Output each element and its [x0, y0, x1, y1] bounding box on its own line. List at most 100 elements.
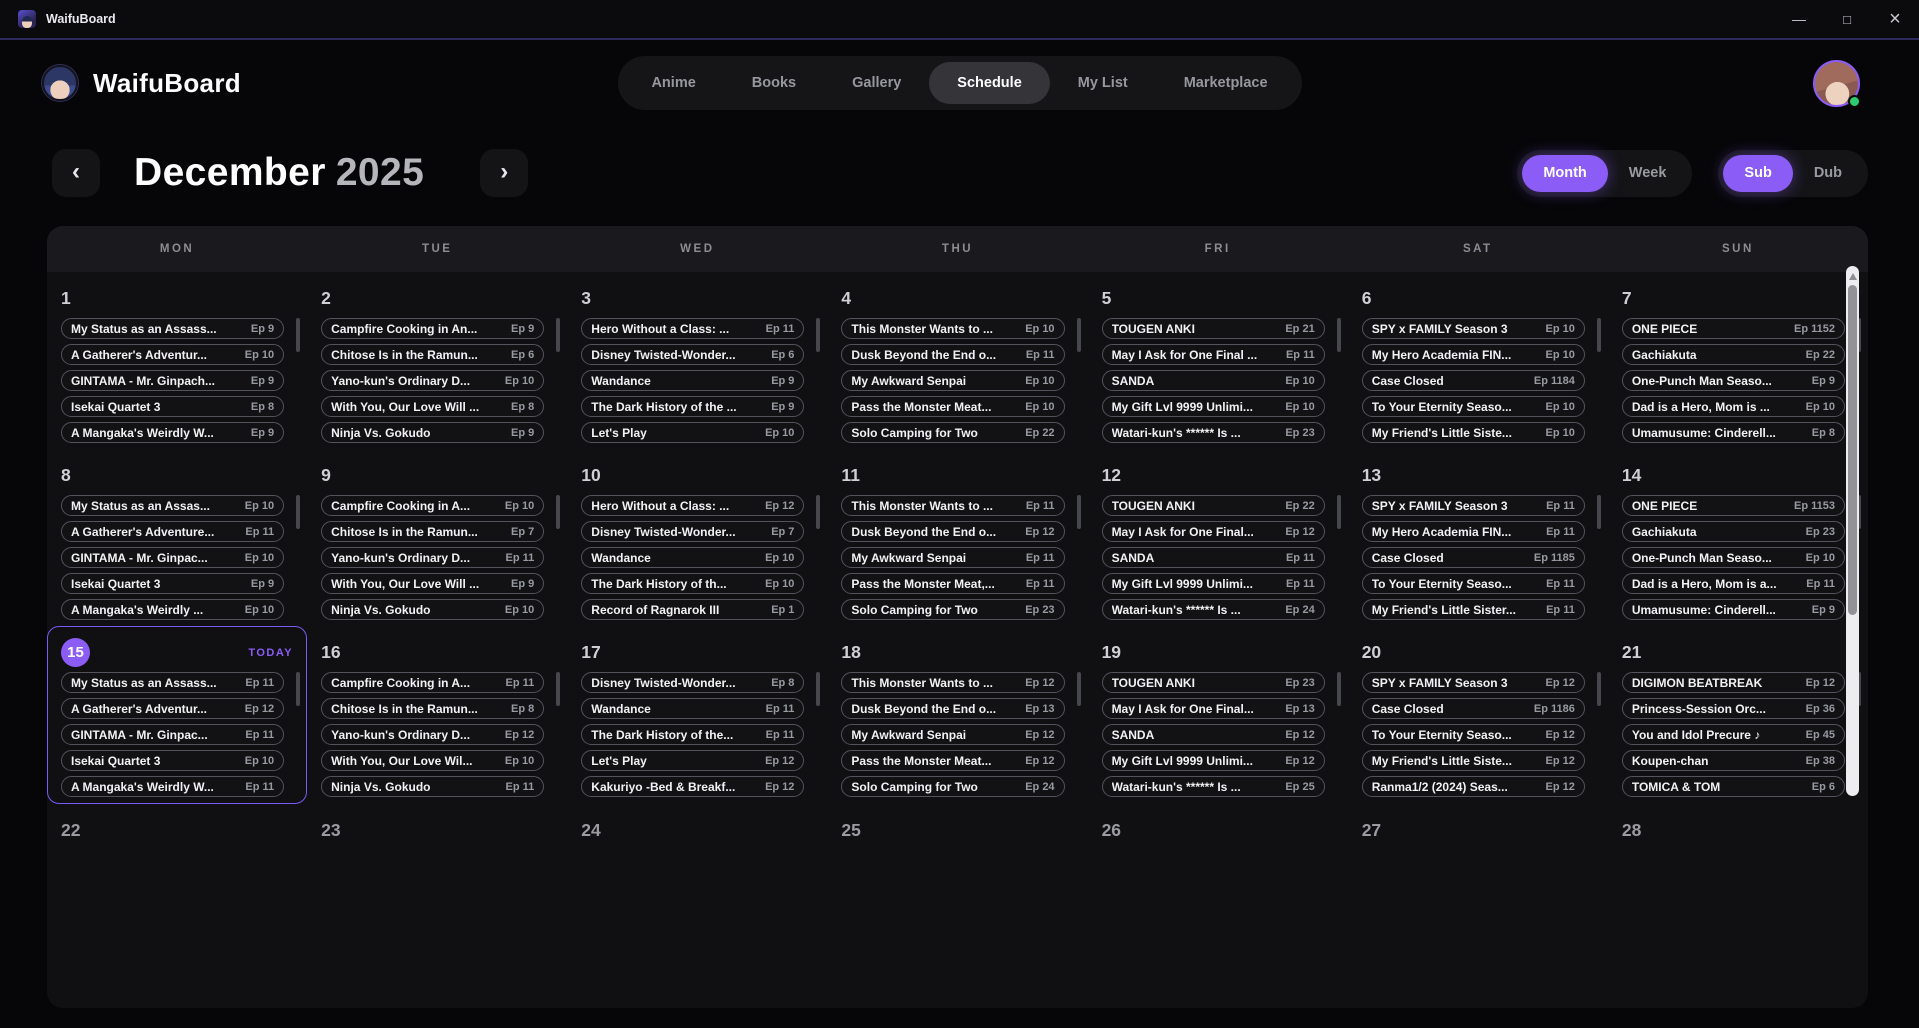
episode-chip[interactable]: Case ClosedEp 1184	[1362, 370, 1585, 391]
episode-chip[interactable]: To Your Eternity Seaso...Ep 11	[1362, 573, 1585, 594]
day-scrollbar-thumb[interactable]	[296, 495, 300, 529]
episode-chip[interactable]: Record of Ragnarok IIIEp 1	[581, 599, 804, 620]
day-scrollbar-thumb[interactable]	[1337, 495, 1341, 529]
episode-chip[interactable]: Disney Twisted-Wonder...Ep 6	[581, 344, 804, 365]
episode-chip[interactable]: Campfire Cooking in A...Ep 11	[321, 672, 544, 693]
episode-chip[interactable]: This Monster Wants to ...Ep 10	[841, 318, 1064, 339]
episode-chip[interactable]: A Mangaka's Weirdly W...Ep 11	[61, 776, 284, 797]
episode-chip[interactable]: Disney Twisted-Wonder...Ep 8	[581, 672, 804, 693]
episode-chip[interactable]: Pass the Monster Meat,...Ep 11	[841, 573, 1064, 594]
episode-chip[interactable]: Solo Camping for TwoEp 23	[841, 599, 1064, 620]
minimize-button-icon[interactable]: —	[1775, 0, 1823, 38]
day-cell-7[interactable]: 7ONE PIECEEp 1152GachiakutaEp 22One-Punc…	[1608, 272, 1868, 449]
episode-chip[interactable]: My Awkward SenpaiEp 12	[841, 724, 1064, 745]
episode-chip[interactable]: Yano-kun's Ordinary D...Ep 11	[321, 547, 544, 568]
day-scrollbar-thumb[interactable]	[1077, 495, 1081, 529]
nav-tab-gallery[interactable]: Gallery	[824, 62, 929, 104]
episode-chip[interactable]: GachiakutaEp 23	[1622, 521, 1845, 542]
nav-tab-my-list[interactable]: My List	[1050, 62, 1156, 104]
episode-chip[interactable]: Watari-kun's ****** Is ...Ep 23	[1102, 422, 1325, 443]
day-cell-6[interactable]: 6SPY x FAMILY Season 3Ep 10My Hero Acade…	[1348, 272, 1608, 449]
episode-chip[interactable]: You and Idol Precure ♪Ep 45	[1622, 724, 1845, 745]
day-cell-5[interactable]: 5TOUGEN ANKIEp 21May I Ask for One Final…	[1088, 272, 1348, 449]
episode-chip[interactable]: Dusk Beyond the End o...Ep 11	[841, 344, 1064, 365]
audio-sub-button[interactable]: Sub	[1723, 155, 1792, 192]
episode-chip[interactable]: Campfire Cooking in An...Ep 9	[321, 318, 544, 339]
day-cell-22[interactable]: 22	[47, 804, 307, 1008]
episode-chip[interactable]: The Dark History of the...Ep 11	[581, 724, 804, 745]
episode-chip[interactable]: May I Ask for One Final ...Ep 11	[1102, 344, 1325, 365]
episode-chip[interactable]: SPY x FAMILY Season 3Ep 11	[1362, 495, 1585, 516]
episode-chip[interactable]: Hero Without a Class: ...Ep 12	[581, 495, 804, 516]
episode-chip[interactable]: A Gatherer's Adventur...Ep 12	[61, 698, 284, 719]
episode-chip[interactable]: Campfire Cooking in A...Ep 10	[321, 495, 544, 516]
day-scrollbar-thumb[interactable]	[1597, 318, 1601, 352]
episode-chip[interactable]: Hero Without a Class: ...Ep 11	[581, 318, 804, 339]
day-cell-27[interactable]: 27	[1348, 804, 1608, 1008]
episode-chip[interactable]: Pass the Monster Meat...Ep 12	[841, 750, 1064, 771]
episode-chip[interactable]: One-Punch Man Seaso...Ep 9	[1622, 370, 1845, 391]
day-scrollbar-thumb[interactable]	[556, 672, 560, 706]
day-scrollbar-thumb[interactable]	[1077, 318, 1081, 352]
nav-tab-books[interactable]: Books	[724, 62, 824, 104]
episode-chip[interactable]: One-Punch Man Seaso...Ep 10	[1622, 547, 1845, 568]
episode-chip[interactable]: My Hero Academia FIN...Ep 10	[1362, 344, 1585, 365]
episode-chip[interactable]: SPY x FAMILY Season 3Ep 12	[1362, 672, 1585, 693]
day-scrollbar-thumb[interactable]	[1077, 672, 1081, 706]
day-cell-16[interactable]: 16Campfire Cooking in A...Ep 11Chitose I…	[307, 626, 567, 804]
episode-chip[interactable]: My Gift Lvl 9999 Unlimi...Ep 11	[1102, 573, 1325, 594]
episode-chip[interactable]: May I Ask for One Final...Ep 12	[1102, 521, 1325, 542]
day-cell-8[interactable]: 8My Status as an Assas...Ep 10A Gatherer…	[47, 449, 307, 626]
episode-chip[interactable]: With You, Our Love Will ...Ep 9	[321, 573, 544, 594]
episode-chip[interactable]: Let's PlayEp 10	[581, 422, 804, 443]
day-cell-15[interactable]: 15TODAYMy Status as an Assass...Ep 11A G…	[47, 626, 307, 804]
day-scrollbar-thumb[interactable]	[556, 318, 560, 352]
scroll-up-arrow-icon[interactable]	[1849, 273, 1857, 280]
maximize-button-icon[interactable]: □	[1823, 0, 1871, 38]
episode-chip[interactable]: Pass the Monster Meat...Ep 10	[841, 396, 1064, 417]
day-cell-14[interactable]: 14ONE PIECEEp 1153GachiakutaEp 23One-Pun…	[1608, 449, 1868, 626]
day-cell-3[interactable]: 3Hero Without a Class: ...Ep 11Disney Tw…	[567, 272, 827, 449]
episode-chip[interactable]: A Mangaka's Weirdly W...Ep 9	[61, 422, 284, 443]
day-cell-4[interactable]: 4This Monster Wants to ...Ep 10Dusk Beyo…	[827, 272, 1087, 449]
episode-chip[interactable]: Chitose Is in the Ramun...Ep 6	[321, 344, 544, 365]
episode-chip[interactable]: Ninja Vs. GokudoEp 11	[321, 776, 544, 797]
episode-chip[interactable]: SPY x FAMILY Season 3Ep 10	[1362, 318, 1585, 339]
episode-chip[interactable]: This Monster Wants to ...Ep 12	[841, 672, 1064, 693]
day-scrollbar-thumb[interactable]	[556, 495, 560, 529]
episode-chip[interactable]: This Monster Wants to ...Ep 11	[841, 495, 1064, 516]
episode-chip[interactable]: Isekai Quartet 3Ep 10	[61, 750, 284, 771]
episode-chip[interactable]: My Status as an Assass...Ep 11	[61, 672, 284, 693]
episode-chip[interactable]: My Gift Lvl 9999 Unlimi...Ep 10	[1102, 396, 1325, 417]
episode-chip[interactable]: GINTAMA - Mr. Ginpach...Ep 9	[61, 370, 284, 391]
episode-chip[interactable]: GINTAMA - Mr. Ginpac...Ep 10	[61, 547, 284, 568]
episode-chip[interactable]: Dusk Beyond the End o...Ep 13	[841, 698, 1064, 719]
episode-chip[interactable]: To Your Eternity Seaso...Ep 10	[1362, 396, 1585, 417]
episode-chip[interactable]: TOUGEN ANKIEp 23	[1102, 672, 1325, 693]
day-cell-18[interactable]: 18This Monster Wants to ...Ep 12Dusk Bey…	[827, 626, 1087, 804]
day-cell-10[interactable]: 10Hero Without a Class: ...Ep 12Disney T…	[567, 449, 827, 626]
episode-chip[interactable]: May I Ask for One Final...Ep 13	[1102, 698, 1325, 719]
episode-chip[interactable]: WandanceEp 11	[581, 698, 804, 719]
episode-chip[interactable]: ONE PIECEEp 1153	[1622, 495, 1845, 516]
day-scrollbar-thumb[interactable]	[816, 672, 820, 706]
episode-chip[interactable]: Dad is a Hero, Mom is a...Ep 11	[1622, 573, 1845, 594]
episode-chip[interactable]: Kakuriyo -Bed & Breakf...Ep 12	[581, 776, 804, 797]
episode-chip[interactable]: My Friend's Little Sister...Ep 11	[1362, 599, 1585, 620]
episode-chip[interactable]: Yano-kun's Ordinary D...Ep 12	[321, 724, 544, 745]
day-cell-2[interactable]: 2Campfire Cooking in An...Ep 9Chitose Is…	[307, 272, 567, 449]
episode-chip[interactable]: GINTAMA - Mr. Ginpac...Ep 11	[61, 724, 284, 745]
day-scrollbar-thumb[interactable]	[296, 318, 300, 352]
episode-chip[interactable]: My Awkward SenpaiEp 10	[841, 370, 1064, 391]
day-scrollbar-thumb[interactable]	[1597, 672, 1601, 706]
episode-chip[interactable]: Watari-kun's ****** Is ...Ep 24	[1102, 599, 1325, 620]
episode-chip[interactable]: My Gift Lvl 9999 Unlimi...Ep 12	[1102, 750, 1325, 771]
episode-chip[interactable]: TOUGEN ANKIEp 21	[1102, 318, 1325, 339]
prev-month-button[interactable]: ‹	[52, 149, 100, 197]
day-cell-23[interactable]: 23	[307, 804, 567, 1008]
episode-chip[interactable]: Umamusume: Cinderell...Ep 9	[1622, 599, 1845, 620]
user-avatar[interactable]	[1813, 60, 1860, 107]
episode-chip[interactable]: SANDAEp 12	[1102, 724, 1325, 745]
episode-chip[interactable]: The Dark History of th...Ep 10	[581, 573, 804, 594]
day-cell-11[interactable]: 11This Monster Wants to ...Ep 11Dusk Bey…	[827, 449, 1087, 626]
